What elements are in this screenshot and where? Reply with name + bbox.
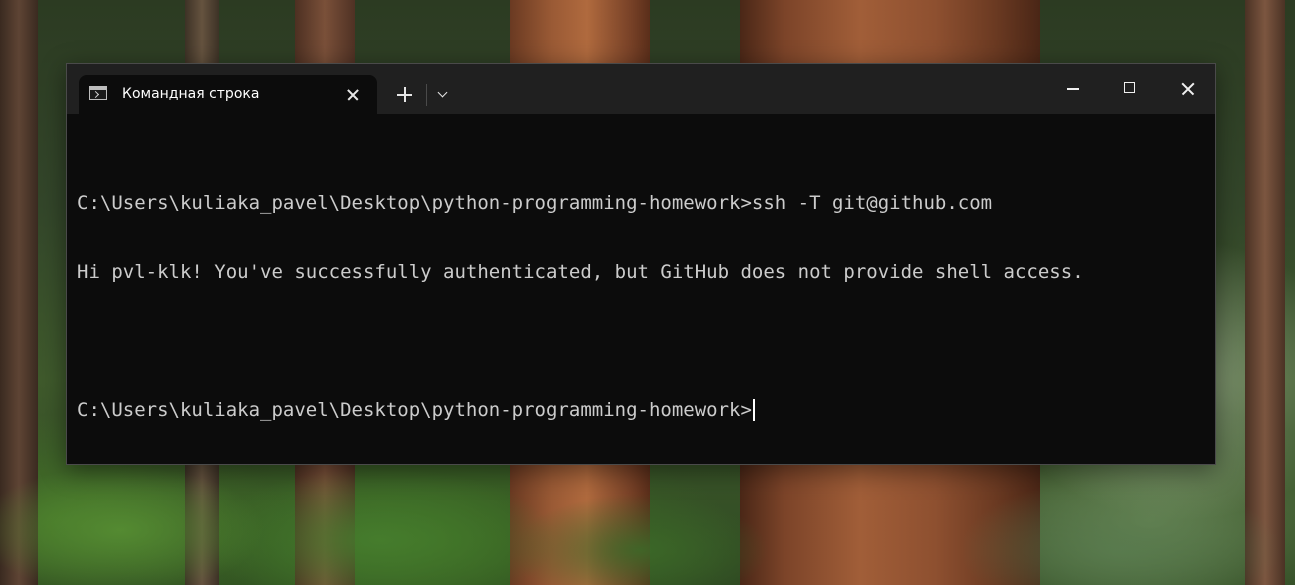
console-line: C:\Users\kuliaka_pavel\Desktop\python-pr…	[77, 192, 993, 214]
terminal-window: Командная строка C:\Users\kuliaka_pavel\…	[66, 63, 1216, 465]
title-bar[interactable]: Командная строка	[67, 64, 1215, 114]
plus-icon[interactable]	[390, 83, 418, 107]
console-line: Hi pvl-klk! You've successfully authenti…	[77, 261, 1084, 283]
text-cursor	[752, 399, 755, 421]
tab-title: Командная строка	[122, 86, 260, 102]
maximize-icon[interactable]	[1102, 64, 1158, 112]
divider	[426, 84, 427, 106]
close-icon[interactable]	[1159, 64, 1215, 112]
console-icon	[89, 86, 107, 100]
console-prompt-line[interactable]: C:\Users\kuliaka_pavel\Desktop\python-pr…	[77, 399, 1207, 422]
console-prompt: C:\Users\kuliaka_pavel\Desktop\python-pr…	[77, 399, 752, 421]
console-output[interactable]: C:\Users\kuliaka_pavel\Desktop\python-pr…	[77, 146, 1207, 446]
close-tab-icon[interactable]	[341, 83, 365, 107]
minimize-icon[interactable]	[1045, 64, 1101, 112]
tab-command-prompt[interactable]: Командная строка	[79, 75, 377, 114]
chevron-down-icon[interactable]	[431, 83, 455, 107]
